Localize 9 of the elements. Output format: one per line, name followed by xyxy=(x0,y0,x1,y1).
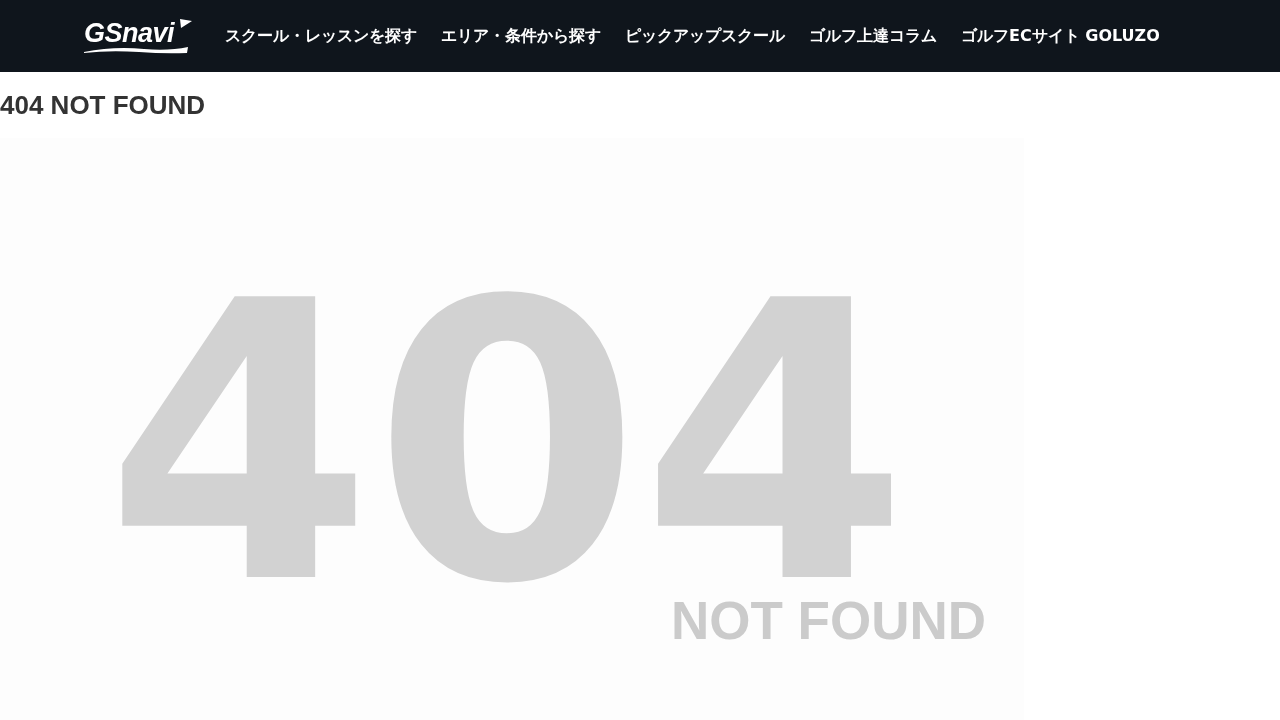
nav-link[interactable]: ゴルフ上達コラム xyxy=(809,25,937,47)
nav-link[interactable]: エリア・条件から探す xyxy=(441,25,601,47)
nav-link[interactable]: スクール・レッスンを探す xyxy=(225,25,417,47)
flag-icon xyxy=(180,18,192,28)
page-title: 404 NOT FOUND xyxy=(0,88,206,122)
swoosh-icon xyxy=(84,45,188,54)
nav-link[interactable]: ピックアップスクール xyxy=(625,25,785,47)
logo-link[interactable]: GSnavi xyxy=(84,18,192,54)
nav-link[interactable]: ゴルフECサイト GOLUZO xyxy=(961,25,1160,47)
